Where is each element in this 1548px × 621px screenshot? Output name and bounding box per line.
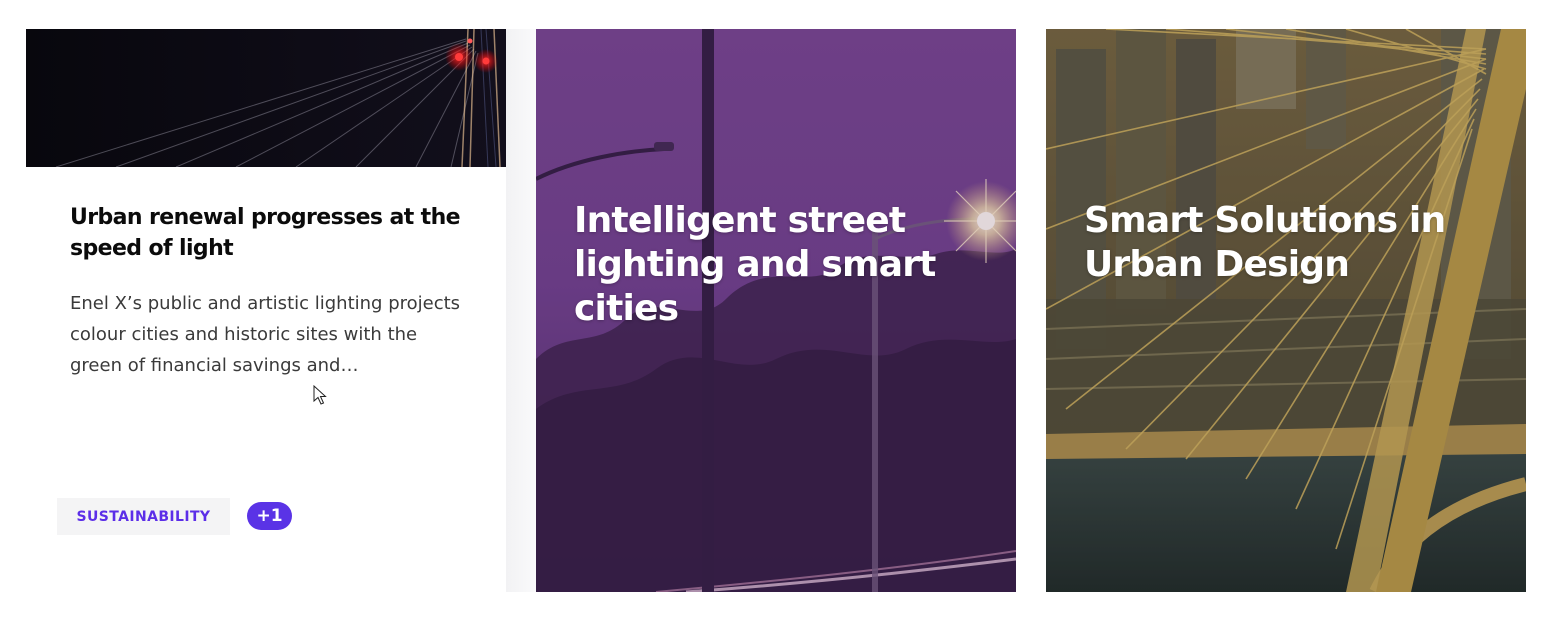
card-excerpt: Enel X’s public and artistic lighting pr… bbox=[70, 293, 461, 376]
card-title[interactable]: Intelligent street lighting and smart ci… bbox=[574, 199, 974, 331]
article-card-urban-renewal[interactable]: Urban renewal progresses at the speed of… bbox=[26, 29, 506, 592]
cable-bridge-city-image bbox=[1046, 29, 1526, 592]
card-title[interactable]: Urban renewal progresses at the speed of… bbox=[70, 202, 470, 264]
article-card-street-lighting[interactable]: Intelligent street lighting and smart ci… bbox=[536, 29, 1016, 592]
light-trails-image bbox=[26, 29, 506, 167]
card-thumbnail-night-highway bbox=[26, 29, 506, 167]
article-card-urban-design[interactable]: Smart Solutions in Urban Design bbox=[1046, 29, 1526, 592]
tag-sustainability[interactable]: SUSTAINABILITY bbox=[57, 498, 230, 535]
card-title[interactable]: Smart Solutions in Urban Design bbox=[1084, 199, 1484, 287]
card-gutter bbox=[506, 29, 536, 592]
article-card-grid: Urban renewal progresses at the speed of… bbox=[0, 0, 1548, 621]
more-tags-badge[interactable]: +1 bbox=[247, 502, 292, 530]
